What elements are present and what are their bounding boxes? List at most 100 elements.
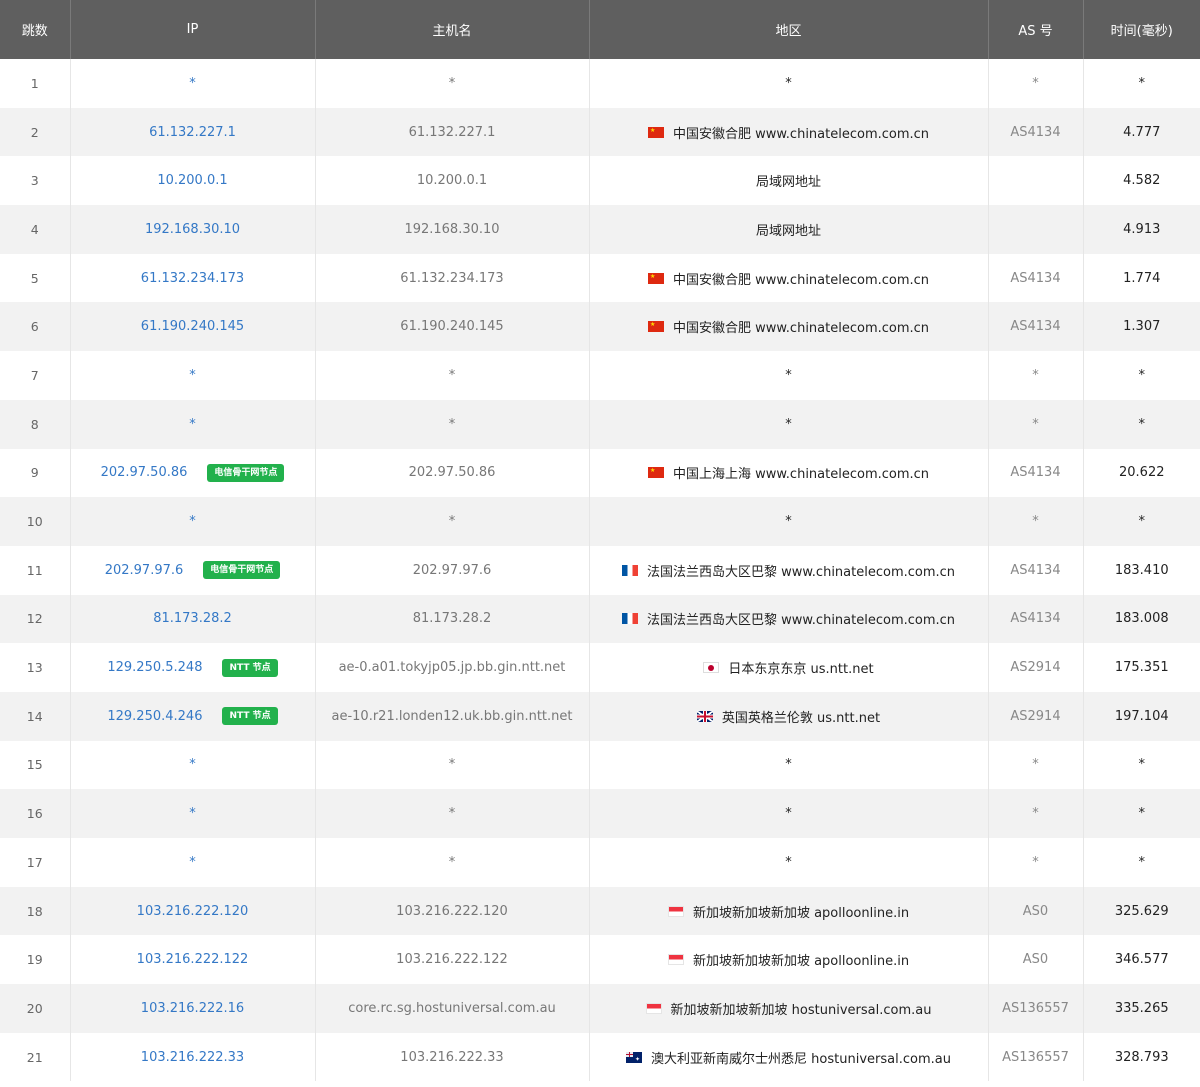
region-text: * <box>785 367 792 383</box>
ip-link[interactable]: * <box>189 417 196 432</box>
time-cell: 183.008 <box>1114 611 1169 627</box>
table-row: 9 202.97.50.86 电信骨干网节点 202.97.50.86 中国上海上海 w… <box>0 448 1200 498</box>
region-text: 新加坡新加坡新加坡 apolloonline.in <box>692 905 910 921</box>
hop-cell: 20 <box>0 984 71 1033</box>
as-number-cell: AS0 <box>988 886 1084 936</box>
hop-cell: 15 <box>0 740 71 790</box>
hop-cell: 6 <box>0 302 71 352</box>
flag-gb-icon <box>696 710 713 722</box>
table-row: 14 129.250.4.246 NTT 节点 ae-10.r21.londen12.… <box>0 691 1200 741</box>
node-badge: NTT 节点 <box>222 707 278 726</box>
ip-link[interactable]: 81.173.28.2 <box>153 611 232 626</box>
ip-link[interactable]: 61.190.240.145 <box>141 319 244 334</box>
ip-cell: 61.190.240.145 <box>70 302 316 352</box>
ip-cell: 103.216.222.122 <box>70 935 316 985</box>
ip-link[interactable]: * <box>189 76 196 91</box>
table-row: 10 * * * * * <box>0 497 1200 546</box>
region-text: 中国上海上海 www.chinatelecom.com.cn <box>672 467 930 483</box>
header-time-ms[interactable]: 时间(毫秒) <box>1083 0 1200 59</box>
ip-link[interactable]: 192.168.30.10 <box>145 222 240 237</box>
header-hop[interactable]: 跳数 <box>0 0 71 59</box>
table-row: 1 * * * * * <box>0 59 1200 108</box>
as-number-cell: * <box>988 497 1084 546</box>
ip-cell: 103.216.222.120 <box>70 886 316 936</box>
time-cell: * <box>1138 806 1146 822</box>
hostname-cell: * <box>315 399 590 449</box>
header-hostname[interactable]: 主机名 <box>315 0 590 59</box>
as-number-cell: * <box>988 740 1084 790</box>
ip-link[interactable]: * <box>189 368 196 383</box>
as-number-cell: AS4134 <box>988 107 1084 157</box>
hop-cell: 16 <box>0 789 71 838</box>
ip-link[interactable]: 10.200.0.1 <box>157 173 227 188</box>
ip-cell: 81.173.28.2 <box>70 594 316 644</box>
ip-cell: * <box>70 399 316 449</box>
as-number-cell: AS4134 <box>988 448 1084 498</box>
ip-cell: * <box>70 789 316 838</box>
hop-cell: 19 <box>0 935 71 985</box>
region-text: * <box>785 75 792 91</box>
region-cell: * <box>589 399 989 449</box>
region-text: 中国安徽合肥 www.chinatelecom.com.cn <box>672 126 930 142</box>
ip-link[interactable]: * <box>189 806 196 821</box>
ip-link[interactable]: * <box>189 855 196 870</box>
as-number-cell: AS4134 <box>988 253 1084 303</box>
region-text: 日本东京东京 us.ntt.net <box>728 662 874 678</box>
hop-cell: 14 <box>0 691 71 741</box>
header-region[interactable]: 地区 <box>589 0 989 59</box>
ip-link[interactable]: * <box>189 757 196 772</box>
time-cell: 1.307 <box>1123 319 1161 335</box>
region-text: 法国法兰西岛大区巴黎 www.chinatelecom.com.cn <box>646 613 956 629</box>
region-cell: * <box>589 351 989 400</box>
ip-link[interactable]: 129.250.5.248 <box>107 660 202 675</box>
as-number-cell: AS4134 <box>988 545 1084 595</box>
ip-link[interactable]: * <box>189 514 196 529</box>
hostname-cell: 103.216.222.120 <box>315 886 590 936</box>
hostname-cell: * <box>315 740 590 790</box>
region-cell: 新加坡新加坡新加坡 hostuniversal.com.au <box>589 984 989 1033</box>
header-as-number[interactable]: AS 号 <box>988 0 1084 59</box>
hostname-cell: * <box>315 59 590 108</box>
flag-au-icon <box>626 1051 643 1063</box>
hop-cell: 13 <box>0 643 71 692</box>
ip-link[interactable]: 202.97.50.86 <box>101 465 188 480</box>
region-cell: 日本东京东京 us.ntt.net <box>589 643 989 692</box>
time-cell: 325.629 <box>1114 903 1169 919</box>
table-row: 11 202.97.97.6 电信骨干网节点 202.97.97.6 法国法兰西岛大区巴… <box>0 545 1200 595</box>
as-number-cell: * <box>988 399 1084 449</box>
time-cell: 328.793 <box>1114 1049 1169 1065</box>
hostname-cell: * <box>315 497 590 546</box>
hostname-cell: 61.132.227.1 <box>315 107 590 157</box>
ip-link[interactable]: 103.216.222.122 <box>137 952 249 967</box>
region-text: 澳大利亚新南威尔士州悉尼 hostuniversal.com.au <box>651 1051 951 1067</box>
ip-link[interactable]: 103.216.222.33 <box>141 1050 244 1065</box>
ip-link[interactable]: 129.250.4.246 <box>107 709 202 724</box>
table-row: 20 103.216.222.16 core.rc.sg.hostuniversal… <box>0 984 1200 1033</box>
region-cell: * <box>589 740 989 790</box>
as-number-cell: AS136557 <box>988 984 1084 1033</box>
time-cell: 20.622 <box>1119 465 1165 481</box>
hostname-cell: 81.173.28.2 <box>315 594 590 644</box>
ip-link[interactable]: 103.216.222.120 <box>137 904 249 919</box>
region-cell: * <box>589 497 989 546</box>
ip-link[interactable]: 61.132.234.173 <box>141 271 244 286</box>
ip-link[interactable]: 61.132.227.1 <box>149 125 236 140</box>
ip-cell: * <box>70 497 316 546</box>
hop-cell: 4 <box>0 205 71 254</box>
region-cell: 澳大利亚新南威尔士州悉尼 hostuniversal.com.au <box>589 1032 989 1082</box>
ip-link[interactable]: 103.216.222.16 <box>141 1001 244 1016</box>
as-number-cell: AS4134 <box>988 594 1084 644</box>
header-ip[interactable]: IP <box>70 0 316 59</box>
table-row: 8 * * * * * <box>0 399 1200 449</box>
region-cell: * <box>589 789 989 838</box>
header-row: 跳数 IP 主机名 地区 AS 号 时间(毫秒) <box>0 0 1200 59</box>
as-number-cell <box>988 205 1084 254</box>
table-row: 4 192.168.30.10 192.168.30.10 局域网地址 4.913 <box>0 205 1200 254</box>
as-number-cell: AS0 <box>988 935 1084 985</box>
ip-link[interactable]: 202.97.97.6 <box>105 563 184 578</box>
table-row: 16 * * * * * <box>0 789 1200 838</box>
ip-cell: * <box>70 740 316 790</box>
as-number-cell: AS2914 <box>988 691 1084 741</box>
table-body: 1*****261.132.227.161.132.227.1中国安徽合肥 ww… <box>0 59 1200 1082</box>
ip-cell: 129.250.5.248 NTT 节点 <box>70 643 316 692</box>
